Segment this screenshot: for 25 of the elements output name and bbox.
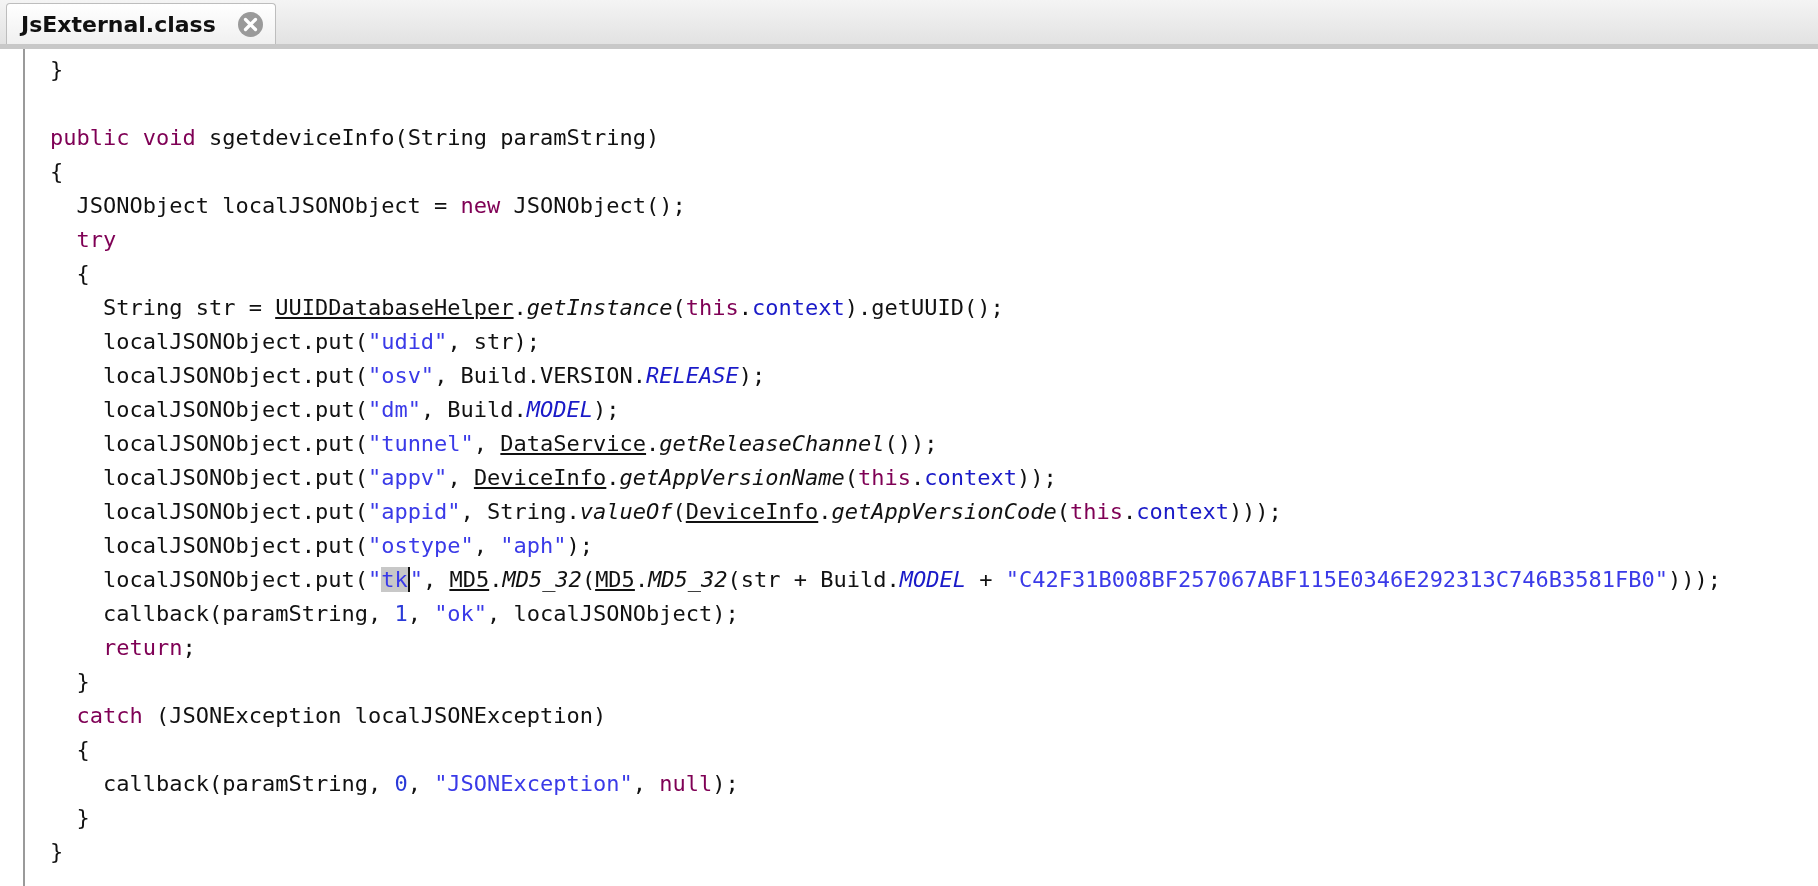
code-line: localJSONObject.put("appv", DeviceInfo.getAppVersionName(this.context));	[101, 464, 1057, 492]
close-icon[interactable]	[237, 11, 263, 37]
code-line: catch (JSONException localJSONException)	[75, 702, 607, 730]
code-line: String str = UUIDDatabaseHelper.getInstance(this.context).getUUID();	[101, 294, 1004, 322]
code-line: callback(paramString, 0, "JSONException", null);	[101, 770, 739, 798]
code-line: }	[75, 668, 90, 696]
code-line: localJSONObject.put("udid", str);	[101, 328, 541, 356]
code-line: }	[50, 838, 64, 866]
code-line: }	[75, 804, 90, 832]
code-line: JSONObject localJSONObject = new JSONObject();	[75, 192, 686, 220]
code-line: localJSONObject.put("osv", Build.VERSION.RELEASE);	[101, 362, 766, 390]
code-line: localJSONObject.put("appid", String.valueOf(DeviceInfo.getAppVersionCode(this.context)));	[101, 498, 1282, 526]
code-line: try	[75, 226, 117, 254]
code-line: localJSONObject.put("tunnel", DataService.getReleaseChannel());	[101, 430, 938, 458]
code-line: return;	[101, 634, 196, 662]
code-line: localJSONObject.put("tk", MD5.MD5_32(MD5.MD5_32(str + Build.MODEL + "C42F31B008BF257067ABF115E0346E292313C746B3581FB0")));	[101, 566, 1722, 594]
code-line: callback(paramString, 1, "ok", localJSONObject);	[101, 600, 739, 628]
code-line: localJSONObject.put("dm", Build.MODEL);	[101, 396, 620, 424]
code-line: {	[75, 736, 90, 764]
code-line: {	[75, 260, 90, 288]
file-tab[interactable]: JsExternal.class	[6, 3, 276, 44]
code-line: localJSONObject.put("ostype", "aph");	[101, 532, 594, 560]
code-line: public void sgetdeviceInfo(String paramString)	[50, 124, 660, 152]
code-line: {	[50, 158, 64, 186]
code-line: }	[50, 56, 64, 84]
